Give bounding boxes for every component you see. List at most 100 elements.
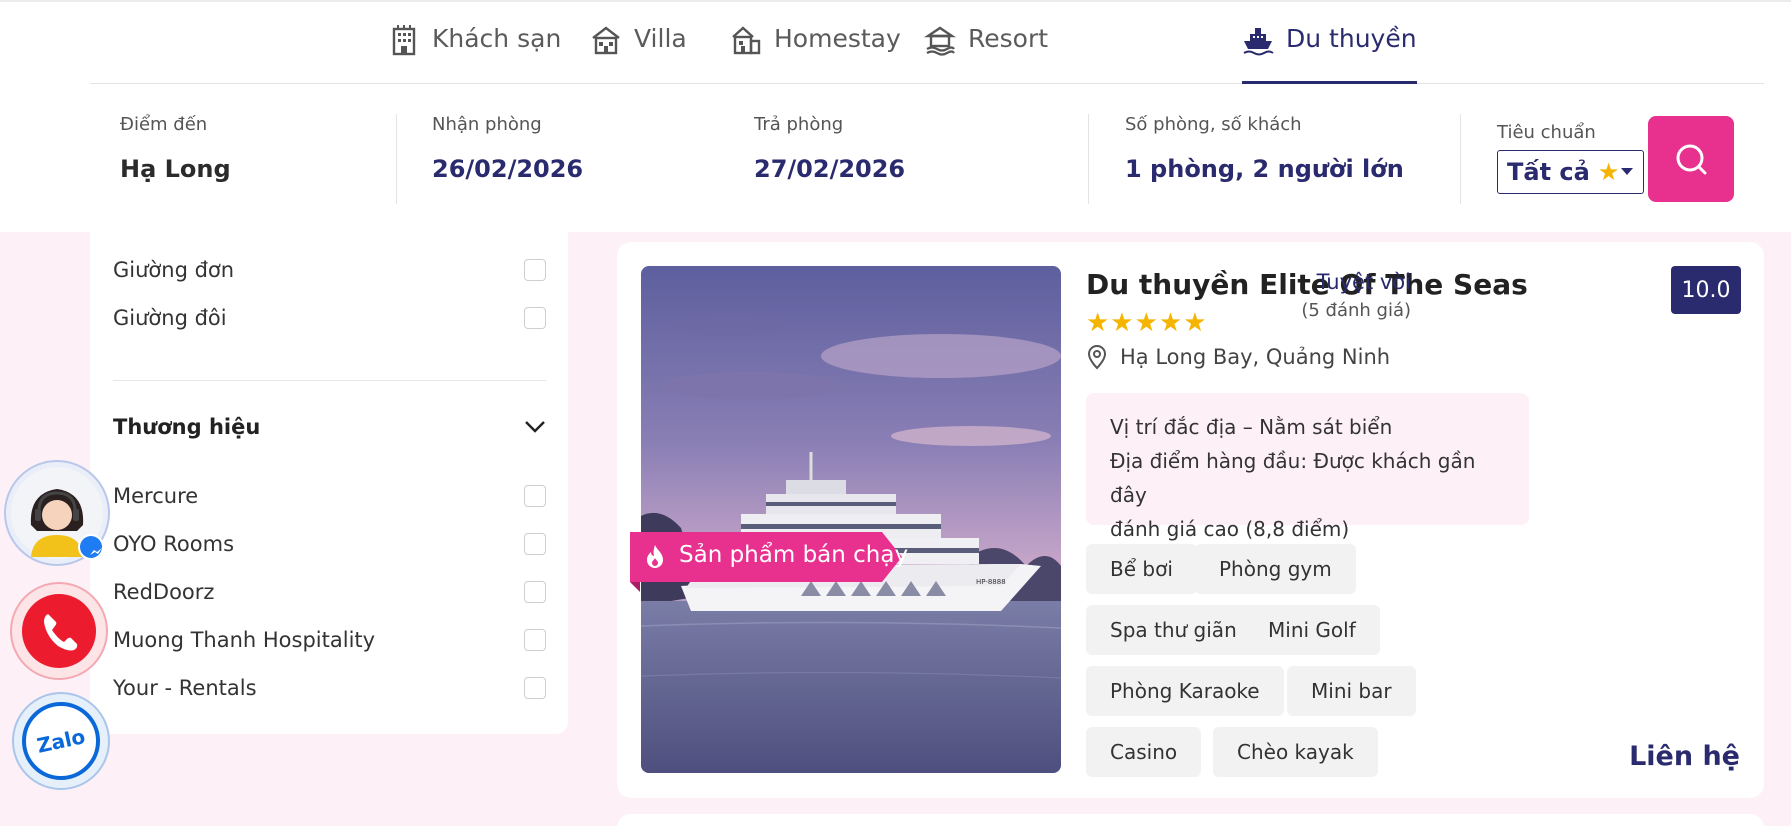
- guests-label: Số phòng, số khách: [1125, 114, 1302, 135]
- filter-option[interactable]: OYO Rooms: [113, 532, 546, 556]
- cruise-ship-image: HP-8888: [641, 266, 1061, 773]
- amenity-tag: Casino: [1086, 727, 1202, 777]
- star-icon: ★: [1597, 158, 1620, 186]
- guests-field[interactable]: Số phòng, số khách 1 phòng, 2 người lớn: [1125, 114, 1404, 183]
- search-header: Khách sạn Villa Homestay Resort Du thuyề…: [0, 0, 1791, 232]
- location: Hạ Long Bay, Quảng Ninh: [1086, 344, 1390, 370]
- map-pin-icon: [1087, 344, 1107, 370]
- filter-option[interactable]: Muong Thanh Hospitality: [113, 628, 546, 652]
- chevron-down-icon: [525, 421, 545, 433]
- checkout-field[interactable]: Trả phòng 27/02/2026: [754, 114, 905, 183]
- standard-field: Tiêu chuẩn: [1497, 122, 1596, 143]
- badge-label: Sản phẩm bán chạy: [679, 542, 909, 568]
- contact-link[interactable]: Liên hệ: [1629, 741, 1740, 772]
- filter-option[interactable]: RedDoorz: [113, 580, 546, 604]
- divider: [396, 114, 397, 204]
- tab-hotel[interactable]: Khách sạn: [388, 24, 561, 84]
- guests-value: 1 phòng, 2 người lớn: [1125, 155, 1404, 183]
- search-button[interactable]: [1648, 116, 1734, 202]
- divider: [1460, 114, 1461, 204]
- filter-option[interactable]: Mercure: [113, 484, 546, 508]
- filter-option[interactable]: Your - Rentals: [113, 676, 546, 700]
- resort-icon: [924, 26, 956, 56]
- filter-label: RedDoorz: [113, 580, 215, 604]
- search-form: Điểm đến Hạ Long Nhận phòng 26/02/2026 T…: [90, 114, 1764, 210]
- tab-cruise[interactable]: Du thuyền: [1242, 24, 1417, 84]
- tab-label: Homestay: [774, 24, 901, 53]
- rating-label: Tuyệt vời: [1316, 270, 1411, 294]
- fire-icon: [647, 545, 663, 568]
- star-rating: ★★★★★: [1086, 308, 1208, 338]
- tab-homestay[interactable]: Homestay: [730, 24, 901, 84]
- checkout-value: 27/02/2026: [754, 155, 906, 183]
- filter-label: Giường đôi: [113, 306, 227, 330]
- brand-heading: Thương hiệu: [113, 415, 261, 439]
- amenity-tag: Mini Golf: [1244, 605, 1380, 655]
- property-type-tabs: Khách sạn Villa Homestay Resort Du thuyề…: [90, 2, 1764, 84]
- search-icon: [1676, 144, 1707, 175]
- divider: [1088, 114, 1089, 204]
- destination-field[interactable]: Điểm đến Hạ Long: [120, 114, 231, 183]
- filter-label: Giường đơn: [113, 258, 235, 282]
- zalo-chat-button[interactable]: Zalo: [12, 692, 110, 790]
- hotel-icon: [392, 25, 416, 56]
- phone-icon: [22, 594, 96, 668]
- review-count: (5 đánh giá): [1301, 300, 1411, 321]
- phone-call-button[interactable]: [10, 582, 108, 680]
- amenity-tag: Phòng gym: [1195, 544, 1356, 594]
- amenity-tag: Spa thư giãn: [1086, 605, 1261, 655]
- highlight-line: đánh giá cao (8,8 điểm): [1110, 517, 1350, 541]
- filter-option[interactable]: Giường đôi: [113, 306, 546, 330]
- filter-label: OYO Rooms: [113, 532, 235, 556]
- caret-down-icon: [1621, 168, 1633, 175]
- listing-card[interactable]: HP-8888 Sản phẩm bán chạy Du thuyền Elit…: [617, 242, 1764, 798]
- filter-label: Mercure: [113, 484, 199, 508]
- filter-option[interactable]: Giường đơn: [113, 258, 546, 282]
- checkbox[interactable]: [524, 485, 546, 507]
- checkin-label: Nhận phòng: [432, 114, 542, 135]
- messenger-icon: [90, 548, 102, 555]
- tab-label: Khách sạn: [432, 24, 562, 53]
- hull-text: HP-8888: [976, 578, 1006, 586]
- checkbox[interactable]: [524, 259, 546, 281]
- brand-filter-header[interactable]: Thương hiệu: [113, 415, 546, 439]
- homestay-icon: [732, 26, 761, 55]
- filter-label: Muong Thanh Hospitality: [113, 628, 376, 652]
- checkbox[interactable]: [524, 307, 546, 329]
- checkbox[interactable]: [524, 581, 546, 603]
- checkin-field[interactable]: Nhận phòng 26/02/2026: [432, 114, 583, 183]
- amenity-tag: Phòng Karaoke: [1086, 666, 1284, 716]
- cruise-icon: [1243, 28, 1274, 56]
- amenity-tag: Mini bar: [1287, 666, 1416, 716]
- highlight-line: Địa điểm hàng đầu: Được khách gần đây: [1110, 449, 1476, 507]
- checkbox[interactable]: [524, 533, 546, 555]
- amenity-tag: Chèo kayak: [1213, 727, 1378, 777]
- tab-label: Du thuyền: [1286, 24, 1417, 53]
- amenity-tag: Bể bơi: [1086, 544, 1197, 594]
- standard-select[interactable]: Tất cả ★: [1497, 150, 1644, 194]
- checkin-value: 26/02/2026: [432, 155, 584, 183]
- next-listing-card: [617, 814, 1764, 826]
- tab-label: Villa: [634, 24, 687, 53]
- tab-villa[interactable]: Villa: [590, 24, 687, 84]
- destination-label: Điểm đến: [120, 114, 208, 135]
- location-text: Hạ Long Bay, Quảng Ninh: [1120, 345, 1391, 369]
- tab-label: Resort: [968, 24, 1049, 53]
- zalo-icon: Zalo: [22, 702, 100, 780]
- filter-label: Your - Rentals: [113, 676, 257, 700]
- highlight-box: Vị trí đắc địa – Nằm sát biển Địa điểm h…: [1086, 393, 1529, 541]
- standard-label: Tiêu chuẩn: [1497, 122, 1596, 143]
- rating-summary: Tuyệt vời (5 đánh giá): [1301, 270, 1411, 321]
- divider: [113, 380, 546, 381]
- checkbox[interactable]: [524, 677, 546, 699]
- score-badge: 10.0: [1671, 266, 1741, 314]
- filter-panel: Giường đơn Giường đôi Thương hiệu Mercur…: [90, 232, 568, 734]
- villa-icon: [592, 26, 620, 55]
- destination-value: Hạ Long: [120, 155, 231, 183]
- tab-resort[interactable]: Resort: [924, 24, 1048, 84]
- standard-value: Tất cả: [1507, 158, 1590, 186]
- listing-photo[interactable]: HP-8888: [641, 266, 1061, 773]
- checkout-label: Trả phòng: [754, 114, 844, 135]
- checkbox[interactable]: [524, 629, 546, 651]
- highlight-line: Vị trí đắc địa – Nằm sát biển: [1110, 415, 1393, 439]
